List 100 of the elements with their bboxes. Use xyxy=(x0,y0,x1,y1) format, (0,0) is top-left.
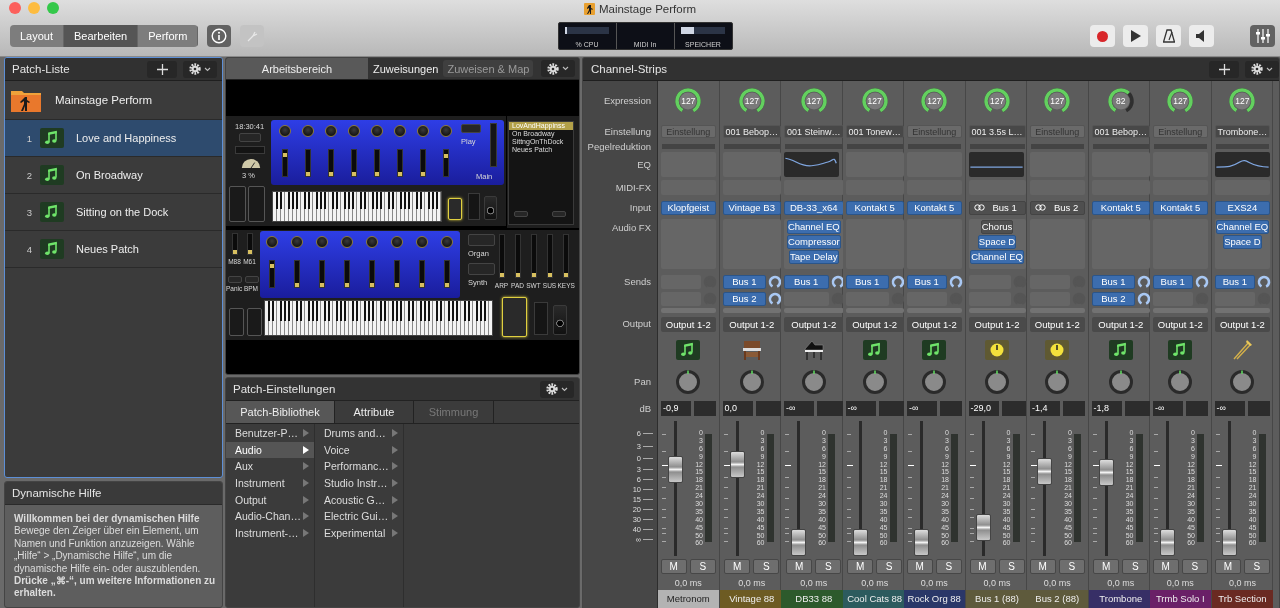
effect-slot[interactable]: Space D xyxy=(977,235,1017,249)
send-slot[interactable]: Bus 1 xyxy=(784,274,829,289)
slider-thumb[interactable] xyxy=(548,273,552,277)
pan-knob[interactable] xyxy=(1107,368,1134,395)
settings-button[interactable] xyxy=(183,60,217,78)
effect-slot[interactable]: Space D xyxy=(1223,235,1262,249)
slider-track[interactable] xyxy=(397,149,403,177)
mixer-button[interactable] xyxy=(1250,25,1275,47)
fader-control[interactable] xyxy=(229,186,246,222)
mute-button[interactable]: M xyxy=(1029,558,1056,574)
input-slot[interactable]: EXS24 xyxy=(1214,200,1271,215)
slider-thumb[interactable] xyxy=(395,283,399,287)
library-item[interactable]: Drums and… xyxy=(315,425,403,442)
expression-knob[interactable]: 82 xyxy=(1106,87,1135,115)
rotary-knob[interactable] xyxy=(325,125,337,137)
slider-track[interactable] xyxy=(369,260,375,288)
rotary-knob[interactable] xyxy=(417,125,429,137)
rotary-knob[interactable] xyxy=(279,125,291,137)
output-slot[interactable]: Output 1-2 xyxy=(845,316,904,332)
send-slot[interactable]: Bus 1 xyxy=(845,274,889,289)
solo-button[interactable]: S xyxy=(1181,558,1208,574)
eq-thumbnail[interactable] xyxy=(1214,152,1270,177)
settings-button[interactable] xyxy=(1245,60,1279,78)
slider-thumb[interactable] xyxy=(248,250,252,254)
audio-fx-area[interactable]: Chorus Space D Channel EQ xyxy=(968,219,1026,269)
expression-knob[interactable]: 127 xyxy=(1166,87,1195,115)
slider-thumb[interactable] xyxy=(398,172,402,176)
library-item[interactable]: Aux xyxy=(226,458,314,475)
info-button[interactable] xyxy=(207,25,232,47)
input-slot[interactable]: Kontakt 5 xyxy=(1153,200,1208,215)
expression-knob[interactable]: 127 xyxy=(799,87,828,115)
tab[interactable]: Arbeitsbereich xyxy=(226,58,368,79)
slider-track[interactable] xyxy=(515,234,521,278)
mute-button[interactable]: M xyxy=(660,558,687,574)
slider-track[interactable] xyxy=(547,234,553,278)
slider-thumb[interactable] xyxy=(516,273,520,277)
slider-thumb[interactable] xyxy=(233,250,237,254)
pan-knob[interactable] xyxy=(738,368,765,395)
fader-thumb[interactable] xyxy=(1160,528,1175,556)
patch-row[interactable]: 1 Love and Happiness xyxy=(5,120,222,157)
library-item[interactable]: Instrument xyxy=(226,474,314,492)
setting-field[interactable]: 001 Steinw… xyxy=(784,125,844,138)
send-slot[interactable]: Bus 2 xyxy=(722,291,767,306)
solo-button[interactable]: S xyxy=(1058,558,1085,574)
fader-thumb[interactable] xyxy=(668,456,683,484)
slider-thumb[interactable] xyxy=(445,283,449,287)
output-slot[interactable]: Output 1-2 xyxy=(968,316,1026,332)
input-slot[interactable]: Kontakt 5 xyxy=(907,200,962,215)
expression-knob[interactable]: 127 xyxy=(920,87,949,115)
mute-button[interactable]: M xyxy=(969,558,996,574)
setting-field[interactable]: 001 Tonew… xyxy=(845,125,904,138)
input-slot[interactable]: Klopfgeist xyxy=(661,200,716,215)
input-slot[interactable]: DB-33_x64 xyxy=(784,200,844,215)
rotary-knob[interactable] xyxy=(441,236,453,248)
setting-field[interactable]: Trombone… xyxy=(1214,125,1271,138)
library-item[interactable]: Output xyxy=(226,491,314,508)
eq-thumbnail[interactable] xyxy=(784,152,839,177)
setting-field[interactable]: 001 Bebop… xyxy=(722,125,782,138)
rotary-knob[interactable] xyxy=(291,236,303,248)
mute-button[interactable]: M xyxy=(906,558,933,574)
slider-thumb[interactable] xyxy=(444,154,448,159)
rotary-knob[interactable] xyxy=(391,236,403,248)
fader-control[interactable] xyxy=(248,186,265,222)
send-slot[interactable]: Bus 2 xyxy=(1091,291,1136,306)
fader-control[interactable] xyxy=(229,308,244,336)
mute-button[interactable]: M xyxy=(847,558,874,574)
slider-thumb[interactable] xyxy=(420,283,424,287)
rotary-knob[interactable] xyxy=(316,236,328,248)
play-button[interactable] xyxy=(1123,25,1148,47)
mute-button[interactable]: M xyxy=(1093,558,1120,574)
slider-track[interactable] xyxy=(419,260,425,288)
channel-name[interactable]: Rock Org 88 xyxy=(904,590,965,608)
channel-name[interactable]: Metronom xyxy=(658,590,719,608)
pan-knob[interactable] xyxy=(984,368,1010,395)
library-item[interactable]: Audio xyxy=(226,441,314,459)
output-slot[interactable]: Output 1-2 xyxy=(722,316,782,332)
library-item[interactable]: Instrument-… xyxy=(226,524,314,542)
expression-knob[interactable]: 127 xyxy=(674,87,703,115)
channel-name[interactable]: Cool Cats 88 xyxy=(842,590,907,608)
solo-button[interactable]: S xyxy=(876,558,903,574)
send-slot[interactable]: Bus 1 xyxy=(907,274,947,289)
channel-name[interactable]: Bus 2 (88) xyxy=(1027,590,1088,608)
slider-thumb[interactable] xyxy=(329,172,333,176)
rotary-knob[interactable] xyxy=(266,236,278,248)
output-slot[interactable]: Output 1-2 xyxy=(1214,316,1271,332)
slider-track[interactable] xyxy=(444,260,450,288)
library-item[interactable]: Performanc… xyxy=(315,458,403,475)
input-slot[interactable]: Bus 2 xyxy=(1030,200,1085,215)
slider-thumb[interactable] xyxy=(306,172,310,176)
slider-thumb[interactable] xyxy=(370,283,374,287)
channel-name[interactable]: Trmb Solo I xyxy=(1150,590,1211,608)
expression-pedal[interactable] xyxy=(502,297,527,337)
rotary-knob[interactable] xyxy=(440,125,452,137)
slider-thumb[interactable] xyxy=(320,283,324,287)
slider-thumb[interactable] xyxy=(352,172,356,176)
output-slot[interactable]: Output 1-2 xyxy=(907,316,962,332)
mode-tab[interactable]: Layout xyxy=(10,25,65,47)
solo-button[interactable]: S xyxy=(753,558,780,574)
speaker-button[interactable] xyxy=(1189,25,1214,47)
tab[interactable]: Zuweisungen xyxy=(368,58,444,79)
